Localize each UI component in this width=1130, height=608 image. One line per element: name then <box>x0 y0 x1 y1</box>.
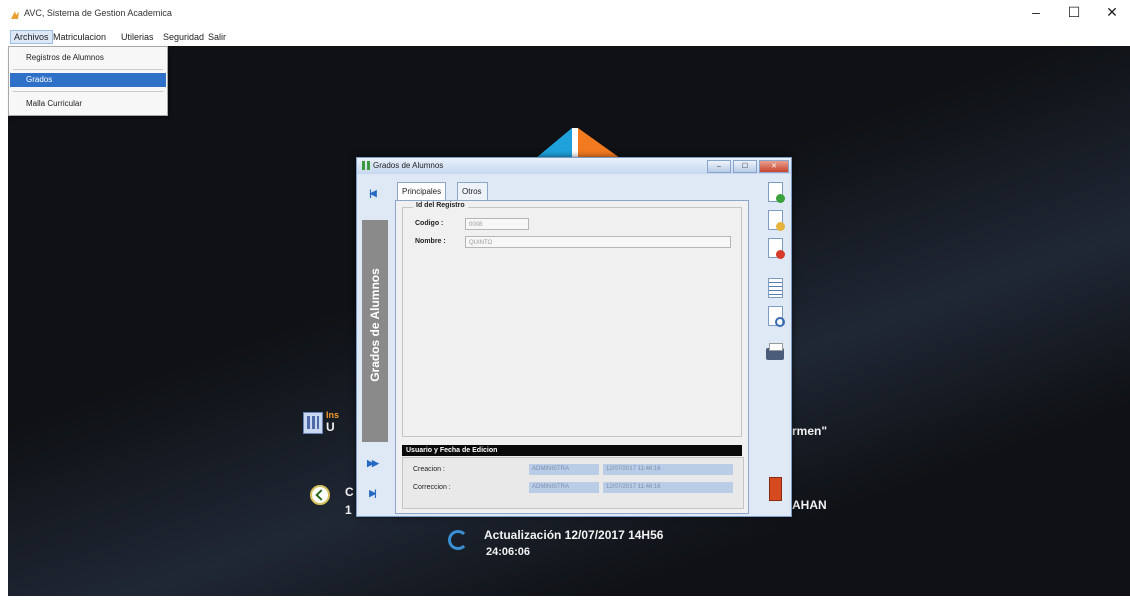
nombre-field[interactable]: QUINTO <box>465 236 731 248</box>
menu-separator <box>13 91 163 92</box>
menu-seguridad[interactable]: Seguridad <box>160 31 207 43</box>
menu-archivos[interactable]: Archivos <box>10 30 53 44</box>
menu-separator <box>13 69 163 70</box>
app-titlebar: AVC, Sistema de Gestion Academica – ☐ ✕ <box>0 0 1130 30</box>
dialog-maximize-button[interactable]: ☐ <box>733 160 757 173</box>
menu-matriculacion[interactable]: Matriculacion <box>50 31 109 43</box>
minimize-button[interactable]: – <box>1026 4 1046 21</box>
update-text: Actualización 12/07/2017 14H56 <box>484 528 664 542</box>
list-icon[interactable] <box>764 276 786 300</box>
institution-suffix: rmen" <box>792 424 828 438</box>
next-record-icon[interactable]: ▶▶ <box>363 454 381 472</box>
record-toolbar <box>761 178 789 512</box>
institution-label: Ins <box>326 410 340 420</box>
delete-badge-icon <box>776 250 785 259</box>
correccion-date-field: 12/07/2017 11:46:16 <box>603 482 733 493</box>
menu-item-registros-alumnos[interactable]: Registros de Alumnos <box>10 51 166 65</box>
archivos-dropdown: Registros de Alumnos Grados Malla Curric… <box>8 46 168 116</box>
add-badge-icon <box>776 194 785 203</box>
codigo-field[interactable]: 0008 <box>465 218 529 230</box>
menu-item-grados[interactable]: Grados <box>10 73 166 87</box>
edit-badge-icon <box>776 222 785 231</box>
menu-bar: Archivos Matriculacion Utilerias Segurid… <box>0 30 1130 46</box>
dialog-titlebar: Grados de Alumnos – ☐ ✕ <box>357 158 791 174</box>
side-label: Grados de Alumnos <box>368 268 382 382</box>
tab-otros-datos[interactable]: Otros Datos <box>457 182 488 214</box>
window-controls: – ☐ ✕ <box>1026 4 1122 21</box>
building-icon <box>303 412 323 434</box>
refresh-icon <box>448 530 468 550</box>
codigo-label: Codigo : <box>415 220 444 227</box>
audit-box: Creacion : ADMINISTRA 12/07/2017 11:46:1… <box>402 457 744 509</box>
exit-icon[interactable] <box>764 476 786 501</box>
dialog-window-controls: – ☐ ✕ <box>707 160 789 173</box>
door-icon <box>769 477 782 501</box>
close-button[interactable]: ✕ <box>1102 4 1122 21</box>
printer-icon[interactable] <box>764 342 786 366</box>
id-registro-group: Id del Registro Codigo : 0008 Nombre : Q… <box>402 202 742 437</box>
dialog-minimize-button[interactable]: – <box>707 160 731 173</box>
maximize-button[interactable]: ☐ <box>1064 4 1084 21</box>
clock-text: 24:06:06 <box>486 546 531 558</box>
institution-line: U <box>326 420 335 434</box>
correccion-label: Correccion : <box>413 484 451 491</box>
magnifier-icon <box>775 317 785 327</box>
audit-header: Usuario y Fecha de Edicion <box>402 445 742 456</box>
menu-salir[interactable]: Salir <box>205 31 229 43</box>
time-label: C <box>345 485 354 499</box>
new-record-icon[interactable] <box>764 180 786 204</box>
list-document-icon <box>768 278 783 298</box>
dialog-title: Grados de Alumnos <box>373 161 444 170</box>
printer-shape-icon <box>766 343 784 360</box>
first-record-icon[interactable]: |◀ <box>363 184 381 202</box>
nombre-label: Nombre : <box>415 238 446 245</box>
side-label-panel: Grados de Alumnos <box>362 220 388 442</box>
creacion-date-field: 12/07/2017 11:46:16 <box>603 464 733 475</box>
creacion-user-field: ADMINISTRA <box>529 464 599 475</box>
tab-panel-principales: Id del Registro Codigo : 0008 Nombre : Q… <box>395 200 749 514</box>
dialog-icon <box>362 161 370 170</box>
time-line: 1 <box>345 503 352 517</box>
creacion-label: Creacion : <box>413 466 445 473</box>
last-record-icon[interactable]: ▶| <box>363 484 381 502</box>
dialog-close-button[interactable]: ✕ <box>759 160 789 173</box>
staff-suffix: AHAN <box>792 498 827 512</box>
grados-dialog: Grados de Alumnos – ☐ ✕ |◀ ◀◀ ▶▶ ▶| Grad… <box>356 157 792 517</box>
menu-utilerias[interactable]: Utilerias <box>118 31 157 43</box>
delete-record-icon[interactable] <box>764 236 786 260</box>
group-title: Id del Registro <box>413 202 468 209</box>
search-icon[interactable] <box>764 304 786 328</box>
correccion-user-field: ADMINISTRA <box>529 482 599 493</box>
clock-icon <box>310 485 330 505</box>
tab-principales[interactable]: Principales <box>397 182 447 202</box>
app-title: AVC, Sistema de Gestion Academica <box>24 8 172 18</box>
edit-record-icon[interactable] <box>764 208 786 232</box>
menu-item-malla-curricular[interactable]: Malla Curricular <box>10 97 166 111</box>
app-icon <box>11 11 19 19</box>
